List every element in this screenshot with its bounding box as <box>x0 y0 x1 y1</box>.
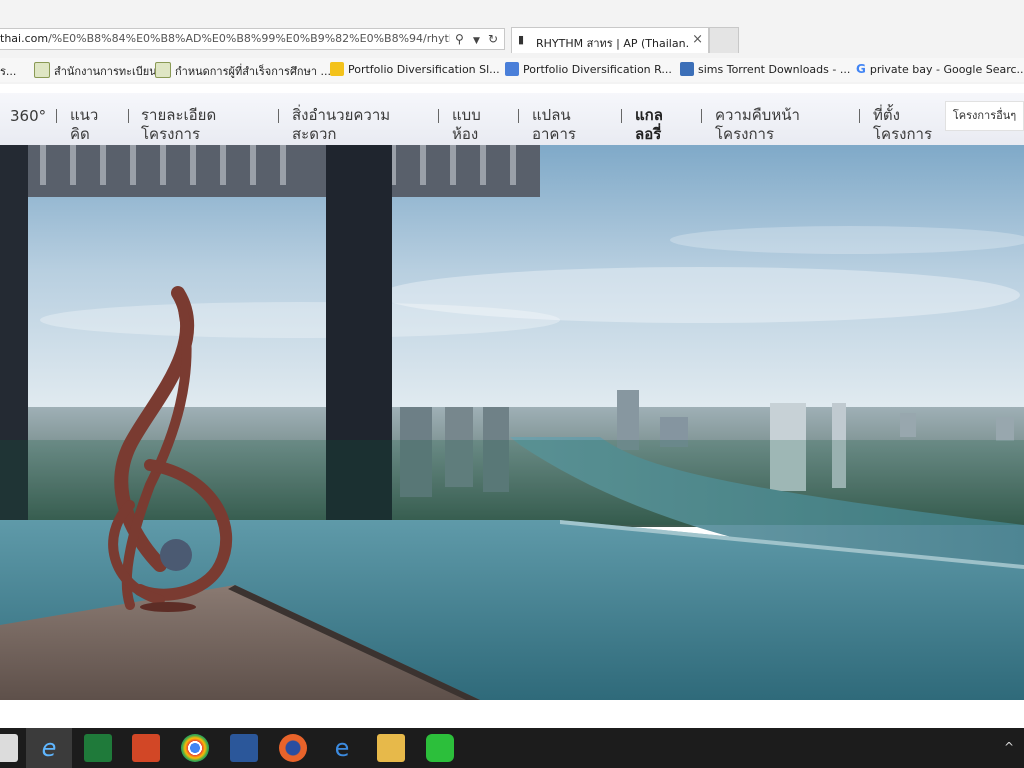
chrome-icon[interactable] <box>181 734 209 762</box>
nav-separator <box>438 109 439 123</box>
word-icon[interactable] <box>230 734 258 762</box>
address-bar[interactable]: thai.com/%E0%B8%84%E0%B8%AD%E0%B8%99%E0%… <box>0 28 505 50</box>
nav-item-progress[interactable]: ความคืบหน้า โครงการ <box>715 106 800 144</box>
excel-icon[interactable] <box>84 734 112 762</box>
ie-page-icon <box>155 62 171 78</box>
store-icon[interactable] <box>0 734 18 762</box>
taskbar: e e ^ <box>0 728 1024 768</box>
nav-separator <box>128 109 129 123</box>
nav-item-concept[interactable]: แนว คิด <box>70 106 98 144</box>
file-explorer-icon[interactable] <box>377 734 405 762</box>
edge-icon[interactable]: e <box>328 734 356 762</box>
tab-rhythm[interactable]: ▮ RHYTHM สาทร | AP (Thailan... × <box>511 27 709 53</box>
nav-item-facilities[interactable]: สิ่งอำนวยความ สะดวก <box>292 106 390 144</box>
ie-page-icon <box>34 62 50 78</box>
nav-separator <box>518 109 519 123</box>
favorite-item[interactable]: Gprivate bay - Google Searc... <box>856 62 1024 76</box>
favorite-item[interactable]: sims Torrent Downloads - ... <box>680 62 850 76</box>
ie-icon[interactable]: e <box>35 734 63 762</box>
nav-item-project-details[interactable]: รายละเอียด โครงการ <box>141 106 216 144</box>
dropdown-icon[interactable]: ▼ <box>473 33 480 49</box>
tb-icon <box>680 62 694 76</box>
favorites-bar: ร... สำนักงานการทะเบียน กำหนดการผู้ที่สำ… <box>0 58 1024 82</box>
tab-title: RHYTHM สาทร | AP (Thailan... <box>536 37 688 50</box>
nav-separator <box>701 109 702 123</box>
hero-image <box>0 145 1024 700</box>
powerpoint-icon[interactable] <box>132 734 160 762</box>
favorite-item[interactable]: กำหนดการผู้ที่สำเร็จการศึกษา ... <box>155 62 331 80</box>
nav-item-location[interactable]: ที่ตั้ง โครงการ <box>873 106 932 144</box>
nav-item-gallery[interactable]: แกล ลอรี่ <box>635 106 663 144</box>
address-text[interactable]: thai.com/%E0%B8%84%E0%B8%AD%E0%B8%99%E0%… <box>0 32 450 45</box>
new-tab-button[interactable] <box>709 27 739 53</box>
nav-separator <box>621 109 622 123</box>
slides-icon <box>330 62 344 76</box>
search-icon[interactable]: ⚲ <box>455 31 464 47</box>
line-icon[interactable] <box>426 734 454 762</box>
close-icon[interactable]: × <box>692 32 703 47</box>
other-projects-button[interactable]: โครงการอื่นๆ <box>945 101 1024 131</box>
nav-separator <box>859 109 860 123</box>
nav-separator <box>278 109 279 123</box>
browser-chrome: thai.com/%E0%B8%84%E0%B8%AD%E0%B8%99%E0%… <box>0 0 1024 84</box>
refresh-icon[interactable]: ↻ <box>488 31 498 47</box>
google-icon: G <box>856 62 866 76</box>
doc-icon <box>505 62 519 76</box>
nav-item-360[interactable]: 360° <box>10 107 46 126</box>
favorite-item[interactable]: ร... <box>0 62 16 80</box>
favorite-item[interactable]: Portfolio Diversification Sl... <box>330 62 500 76</box>
nav-item-room-types[interactable]: แบบ ห้อง <box>452 106 481 144</box>
rooftop-infinity-pool-photo <box>0 145 1024 700</box>
page-icon: ▮ <box>518 33 525 46</box>
nav-item-floor-plans[interactable]: แปลน อาคาร <box>532 106 576 144</box>
favorite-item[interactable]: สำนักงานการทะเบียน <box>34 62 157 80</box>
firefox-icon[interactable] <box>279 734 307 762</box>
nav-separator <box>56 109 57 123</box>
tray-chevron-icon[interactable]: ^ <box>1004 740 1014 754</box>
favorite-item[interactable]: Portfolio Diversification R... <box>505 62 672 76</box>
